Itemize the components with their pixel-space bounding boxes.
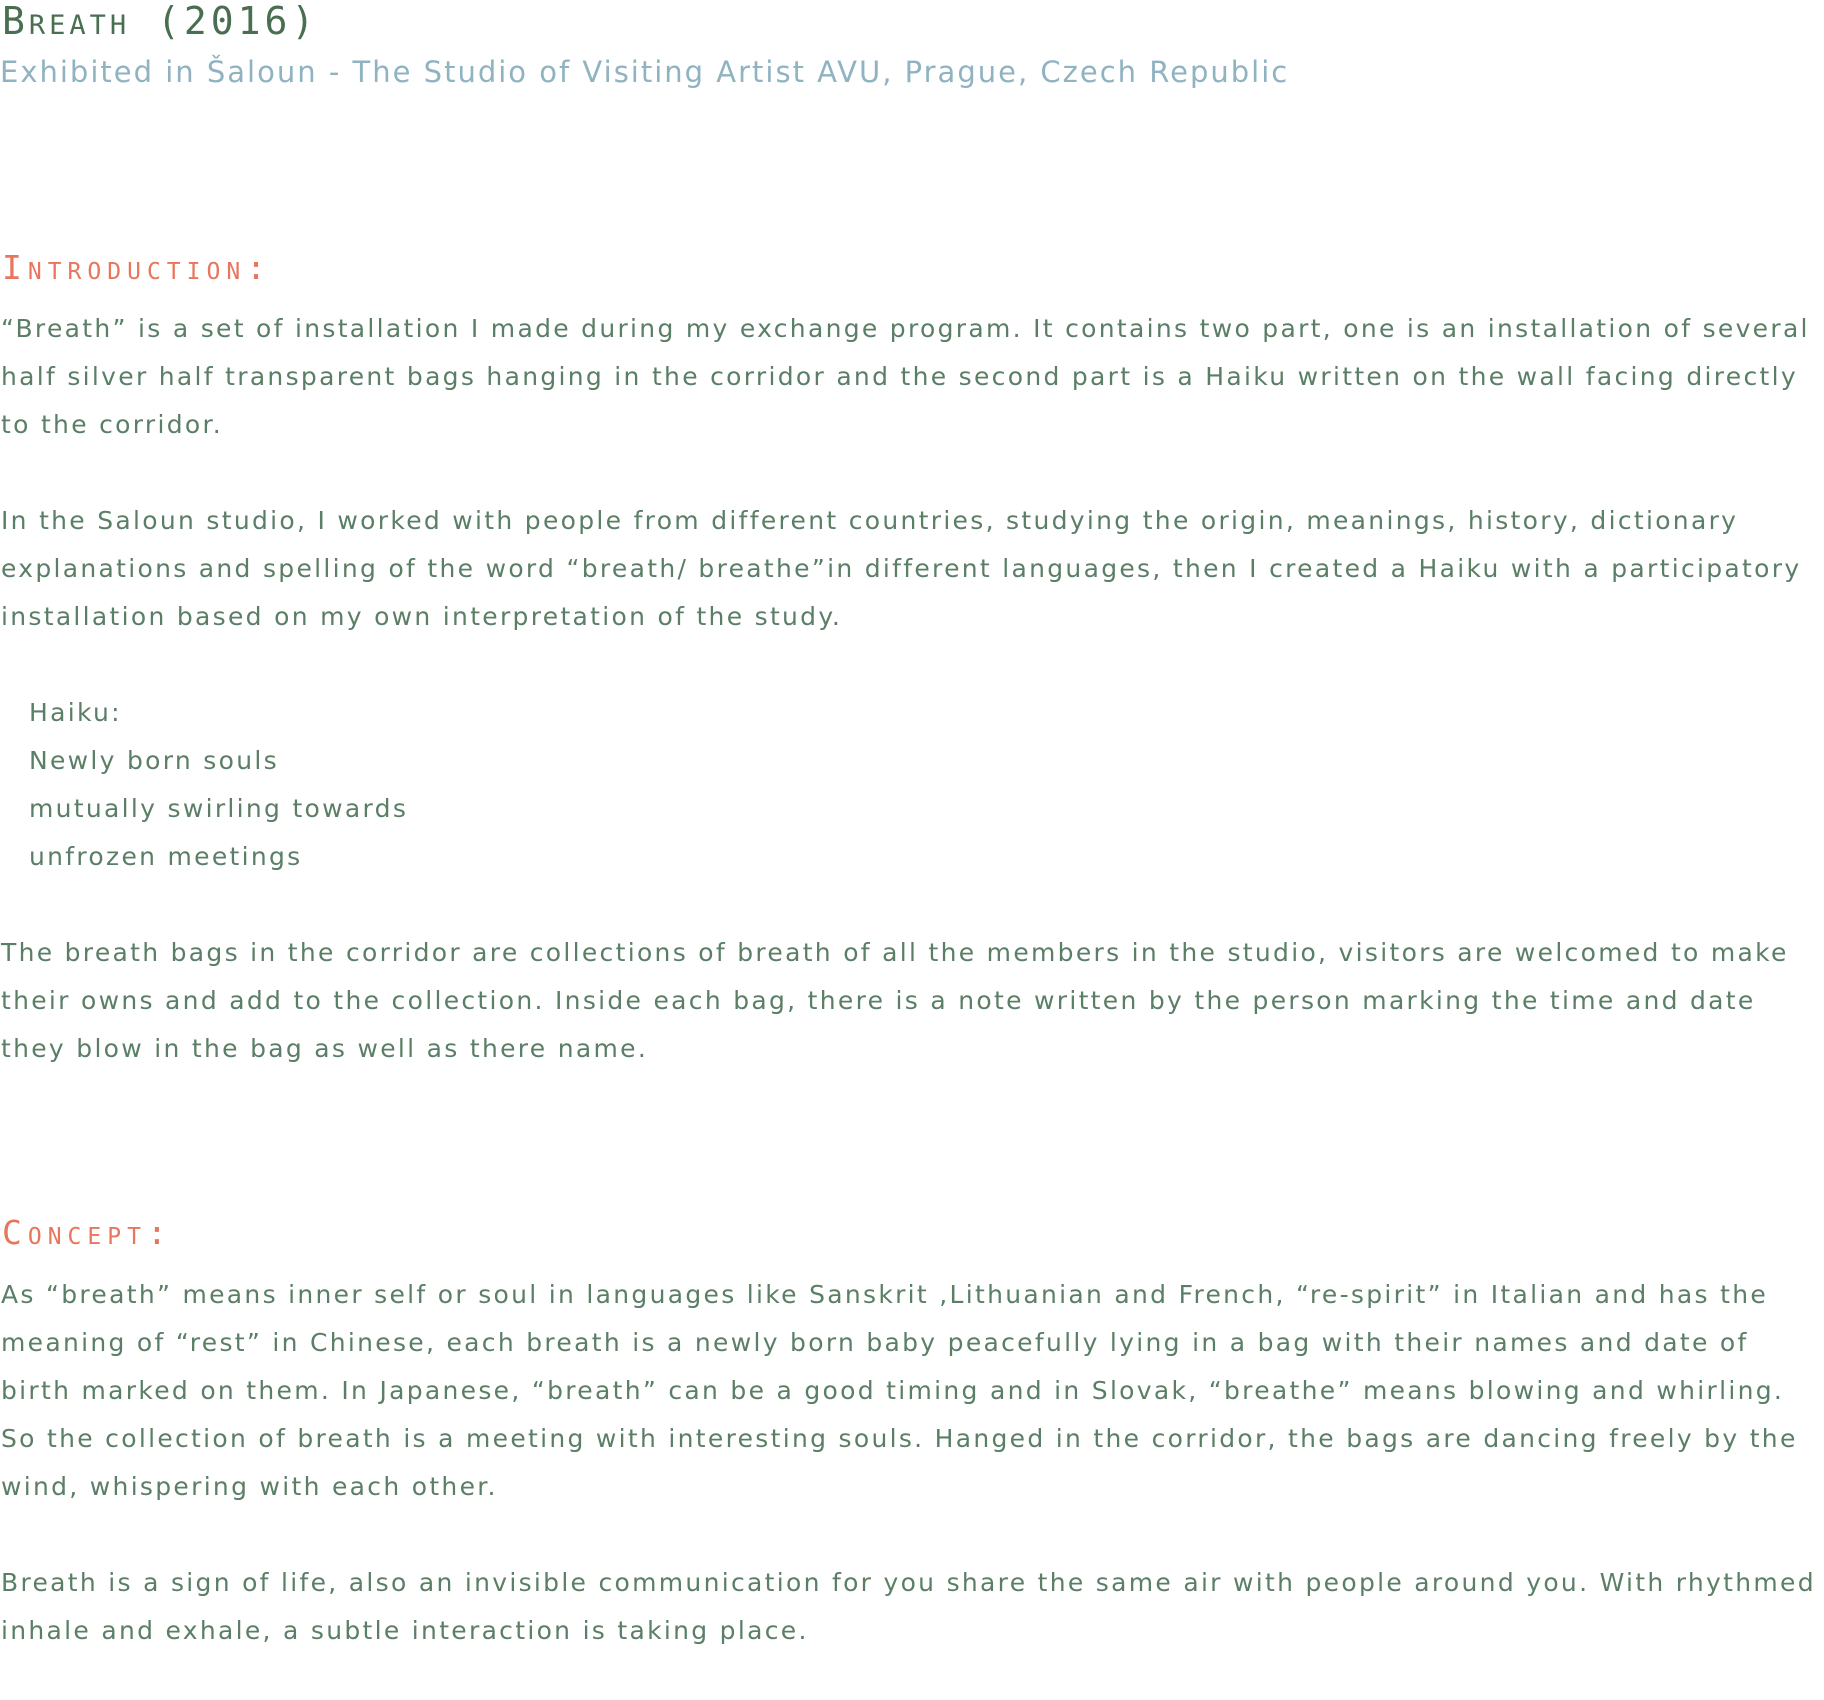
haiku-label: Haiku:: [29, 698, 122, 727]
haiku-line-3: unfrozen meetings: [29, 842, 303, 871]
concept-paragraph-1: As “breath” means inner self or soul in …: [1, 1280, 1798, 1501]
page-title: Breath (2016): [2, 0, 319, 43]
introduction-paragraph-1: “Breath” is a set of installation I made…: [1, 314, 1810, 439]
concept-heading: Concept:: [2, 1213, 173, 1252]
haiku-line-2: mutually swirling towards: [29, 794, 409, 823]
haiku-line-1: Newly born souls: [29, 746, 279, 775]
haiku-block: Haiku: Newly born souls mutually swirlin…: [29, 689, 408, 881]
introduction-paragraph-2: In the Saloun studio, I worked with peop…: [1, 506, 1802, 631]
introduction-heading: Introduction:: [2, 248, 273, 287]
introduction-paragraph-3: The breath bags in the corridor are coll…: [1, 938, 1789, 1063]
concept-paragraph-2: Breath is a sign of life, also an invisi…: [1, 1568, 1816, 1645]
exhibition-subtitle: Exhibited in Šaloun - The Studio of Visi…: [0, 55, 1290, 89]
